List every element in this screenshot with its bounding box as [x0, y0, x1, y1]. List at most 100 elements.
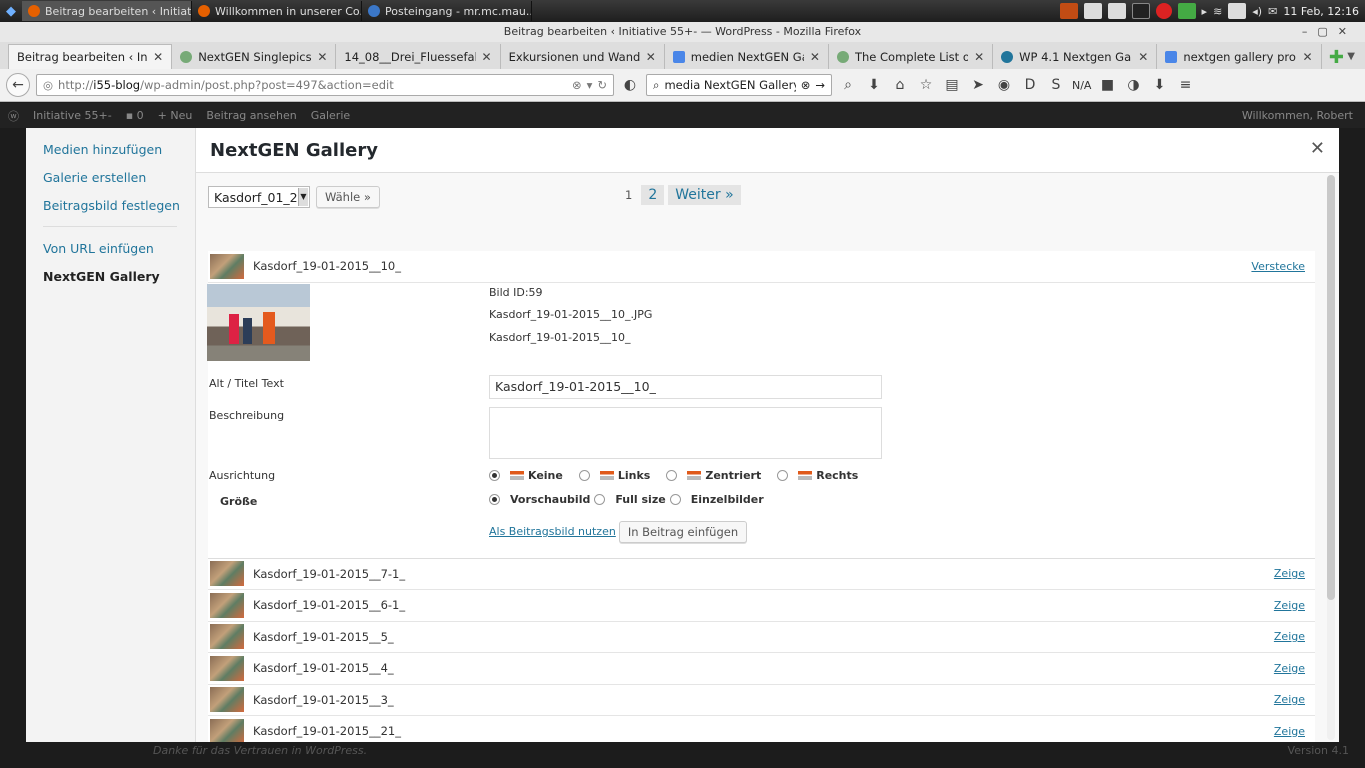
tab-wp-nextgen[interactable]: WP 4.1 Nextgen Gall... ✕: [993, 44, 1158, 69]
volume-icon[interactable]: ◂): [1252, 5, 1262, 18]
description-textarea[interactable]: [489, 406, 882, 459]
admin-bar-welcome[interactable]: Willkommen, Robert: [1242, 109, 1353, 122]
list-item: Kasdorf_19-01-2015__4_ Zeige: [208, 653, 1315, 685]
search-engine-icon[interactable]: ◐: [620, 77, 640, 93]
start-menu-icon[interactable]: ◆: [0, 0, 22, 22]
menu-icon[interactable]: ≡: [1175, 77, 1195, 93]
detail-actions: Als Beitragsbild nutzen In Beitrag einfü…: [489, 520, 748, 543]
tab-exkursionen[interactable]: Exkursionen und Wand... ✕: [501, 44, 665, 69]
search-input[interactable]: media NextGEN Gallery: [664, 78, 795, 92]
scrollbar-thumb[interactable]: [1327, 175, 1335, 600]
sidebar-item-nextgen[interactable]: NextGEN Gallery: [43, 269, 160, 284]
close-icon[interactable]: ✕: [646, 50, 656, 64]
go-icon[interactable]: →: [815, 78, 825, 92]
tab-drei-fluesse[interactable]: 14_08__Drei_Fluessefahr... ✕: [336, 44, 501, 69]
align-center-radio[interactable]: [666, 469, 678, 481]
tab-list-icon[interactable]: ▼: [1347, 44, 1355, 69]
align-left-radio[interactable]: [578, 469, 590, 481]
hide-link[interactable]: Verstecke: [1251, 260, 1305, 273]
envelope-icon[interactable]: ✉: [1268, 5, 1277, 18]
page-2-link[interactable]: 2: [641, 185, 665, 205]
sidebar-item-featured-image[interactable]: Beitragsbild festlegen: [43, 198, 195, 213]
addon-icon[interactable]: ◑: [1123, 77, 1143, 93]
addon-status[interactable]: N/A: [1072, 79, 1091, 92]
show-link[interactable]: Zeige: [1274, 630, 1305, 643]
reload-icon[interactable]: ↻: [597, 78, 607, 92]
bookmark-star-icon[interactable]: ☆: [916, 77, 936, 93]
next-page-link[interactable]: Weiter »: [668, 185, 741, 205]
close-icon[interactable]: ✕: [1138, 50, 1148, 64]
close-icon[interactable]: ✕: [153, 50, 163, 64]
gallery-select[interactable]: Kasdorf_01_20 ▼: [208, 186, 310, 208]
tab-edit-post[interactable]: Beitrag bearbeiten ‹ Initi... ✕: [8, 44, 173, 69]
close-icon[interactable]: ✕: [1302, 50, 1312, 64]
tray-app-icon[interactable]: [1059, 3, 1078, 19]
tray-app-icon[interactable]: [1083, 3, 1102, 19]
close-icon[interactable]: ✕: [482, 50, 492, 64]
back-button[interactable]: ←: [6, 73, 30, 97]
sidebar-item-add-media[interactable]: Medien hinzufügen: [43, 142, 195, 157]
tray-close-icon[interactable]: [1155, 3, 1172, 19]
new-tab-icon[interactable]: ✚: [1326, 47, 1348, 69]
sidebar-item-create-gallery[interactable]: Galerie erstellen: [43, 170, 195, 185]
align-right-radio[interactable]: [777, 469, 789, 481]
admin-bar-view-post[interactable]: Beitrag ansehen: [206, 109, 296, 122]
wordpress-icon[interactable]: ⓦ: [8, 108, 19, 124]
addon-icon[interactable]: D: [1020, 77, 1040, 93]
alt-title-input[interactable]: Kasdorf_19-01-2015__10_: [489, 374, 882, 399]
tab-medien-nextgen[interactable]: medien NextGEN Ga... ✕: [665, 44, 829, 69]
use-as-featured-link[interactable]: Als Beitragsbild nutzen: [489, 525, 616, 538]
show-link[interactable]: Zeige: [1274, 693, 1305, 706]
addon-icon[interactable]: ■: [1097, 77, 1117, 93]
scrollbar[interactable]: [1327, 175, 1335, 740]
admin-bar-new[interactable]: + Neu: [158, 109, 193, 122]
admin-bar-comments[interactable]: ▪ 0: [126, 109, 144, 122]
play-icon[interactable]: ▸: [1202, 5, 1208, 18]
tab-complete-list[interactable]: The Complete List of... ✕: [829, 44, 994, 69]
tray-terminal-icon[interactable]: [1131, 3, 1150, 19]
show-link[interactable]: Zeige: [1274, 725, 1305, 738]
wifi-icon[interactable]: ≋: [1213, 5, 1222, 18]
insert-into-post-button[interactable]: In Beitrag einfügen: [618, 520, 748, 543]
addon-icon[interactable]: ◉: [994, 77, 1014, 93]
url-bar[interactable]: ◎ http://i55-blog/wp-admin/post.php?post…: [36, 74, 614, 96]
tray-app-icon[interactable]: [1177, 3, 1196, 19]
tray-document-icon[interactable]: [1107, 3, 1126, 19]
clear-icon[interactable]: ⊗: [572, 78, 582, 92]
show-link[interactable]: Zeige: [1274, 567, 1305, 580]
align-none-radio[interactable]: [489, 469, 500, 481]
admin-bar-gallery[interactable]: Galerie: [311, 109, 350, 122]
close-icon[interactable]: ✕: [317, 50, 327, 64]
image-thumbnail: [210, 718, 244, 742]
dropdown-icon[interactable]: ▾: [587, 78, 593, 92]
show-link[interactable]: Zeige: [1274, 599, 1305, 612]
size-thumbnail-radio[interactable]: [489, 493, 500, 505]
taskbar-item-mail[interactable]: Posteingang - mr.mc.mau...: [362, 1, 532, 21]
close-icon[interactable]: ✕: [810, 50, 820, 64]
size-full-radio[interactable]: [594, 493, 606, 505]
taskbar-item-firefox[interactable]: Beitrag bearbeiten ‹ Initiati...: [22, 1, 192, 21]
search-bar[interactable]: ⌕ media NextGEN Gallery ⊗ →: [646, 74, 832, 96]
download-icon[interactable]: ⬇: [864, 77, 884, 93]
close-icon[interactable]: ✕: [1310, 138, 1325, 159]
alignment-label: Ausrichtung: [209, 468, 276, 482]
show-link[interactable]: Zeige: [1274, 662, 1305, 675]
magnifier-icon[interactable]: ⌕: [838, 77, 858, 93]
addon-icon[interactable]: S: [1046, 77, 1066, 93]
send-icon[interactable]: ➤: [968, 77, 988, 93]
window-controls[interactable]: –▢✕: [1302, 22, 1357, 42]
close-icon[interactable]: ✕: [974, 50, 984, 64]
taskbar-item-community[interactable]: Willkommen in unserer Co...: [192, 1, 362, 21]
size-single-radio[interactable]: [669, 493, 681, 505]
tray-p-icon[interactable]: [1228, 3, 1247, 19]
bookmarks-icon[interactable]: ▤: [942, 77, 962, 93]
tab-nextgen-pro[interactable]: nextgen gallery pro... ✕: [1157, 44, 1322, 69]
choose-gallery-button[interactable]: Wähle »: [316, 186, 380, 208]
clear-icon[interactable]: ⊗: [801, 78, 811, 92]
home-icon[interactable]: ⌂: [890, 77, 910, 93]
sidebar-item-insert-url[interactable]: Von URL einfügen: [43, 241, 195, 256]
admin-bar-site[interactable]: Initiative 55+-: [33, 109, 112, 122]
media-modal: Medien hinzufügen Galerie erstellen Beit…: [26, 128, 1339, 742]
tab-singlepics[interactable]: NextGEN Singlepics ... ✕: [172, 44, 337, 69]
download-arrow-icon[interactable]: ⬇: [1149, 77, 1169, 93]
